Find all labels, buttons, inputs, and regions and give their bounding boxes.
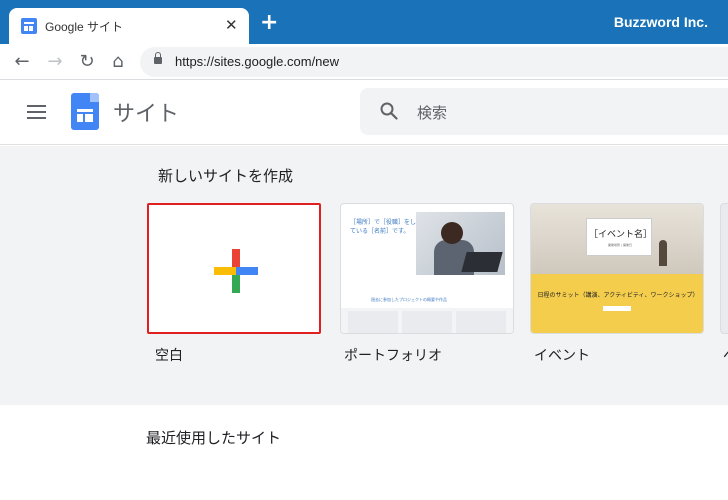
template-fourth-label[interactable]: ペ [723, 345, 728, 365]
template-portfolio-label[interactable]: ポートフォリオ [344, 345, 442, 365]
template-portfolio-card[interactable]: ［場所］で［役職］をしている［名前］です。 過去に参加したプロジェクトの概要や作… [340, 203, 514, 334]
event-thumb-banner: 日程のサミット（講演、アクティビティ、ワークショップ） [531, 274, 703, 333]
app-header: サイト 検索 [0, 80, 728, 145]
google-sites-favicon-icon [21, 18, 37, 34]
search-icon[interactable] [380, 102, 398, 120]
template-event-card[interactable]: ［イベント名］ 開催場所 | 開催日 日程のサミット（講演、アクティビティ、ワー… [530, 203, 704, 334]
template-blank-label[interactable]: 空白 [155, 345, 183, 365]
google-sites-logo-icon[interactable] [71, 93, 99, 130]
gallery-heading: 新しいサイトを作成 [158, 167, 294, 185]
recent-sites-heading: 最近使用したサイト [146, 429, 282, 447]
new-tab-button[interactable]: + [260, 12, 278, 34]
browser-tab[interactable]: Google サイト ✕ [9, 8, 249, 44]
app-title[interactable]: サイト [113, 96, 179, 128]
url-text[interactable]: https://sites.google.com/new [175, 54, 339, 69]
address-bar[interactable]: https://sites.google.com/new [140, 47, 728, 77]
lock-icon[interactable] [154, 52, 162, 64]
event-thumb-photo: ［イベント名］ 開催場所 | 開催日 [531, 204, 703, 274]
event-thumb-title: ［イベント名］ [589, 230, 653, 240]
event-thumb-sub: 開催場所 | 開催日 [608, 243, 632, 247]
back-button[interactable]: ← [10, 50, 34, 74]
home-button[interactable]: ⌂ [106, 50, 130, 74]
portfolio-thumb-caption: 過去に参加したプロジェクトの概要や作品 [371, 297, 447, 302]
forward-button[interactable]: → [43, 50, 67, 74]
portfolio-thumb-title: ［場所］で［役職］をしている［名前］です。 [350, 219, 417, 235]
template-gallery: 新しいサイトを作成 空白 ［場所］で［役職］をしている［名前］です。 過去に参加… [0, 146, 728, 405]
portfolio-thumb-grid [341, 308, 513, 333]
search-input[interactable]: 検索 [417, 102, 447, 123]
plus-icon [214, 249, 258, 293]
event-thumb-text: 日程のサミット（講演、アクティビティ、ワークショップ） [537, 292, 699, 299]
search-box[interactable]: 検索 [360, 88, 728, 135]
browser-toolbar: ← → ↻ ⌂ https://sites.google.com/new [0, 44, 728, 80]
profile-name: Buzzword Inc. [613, 14, 708, 30]
template-blank-card[interactable] [147, 203, 321, 334]
template-fourth-card[interactable] [720, 203, 728, 334]
portfolio-thumb-photo [416, 212, 505, 275]
reload-button[interactable]: ↻ [75, 50, 99, 74]
close-tab-icon[interactable]: ✕ [225, 15, 238, 35]
browser-titlebar: Google サイト ✕ + Buzzword Inc. [0, 0, 728, 44]
main-menu-icon[interactable] [27, 105, 46, 119]
tab-title: Google サイト [45, 20, 124, 34]
template-event-label[interactable]: イベント [534, 345, 590, 365]
